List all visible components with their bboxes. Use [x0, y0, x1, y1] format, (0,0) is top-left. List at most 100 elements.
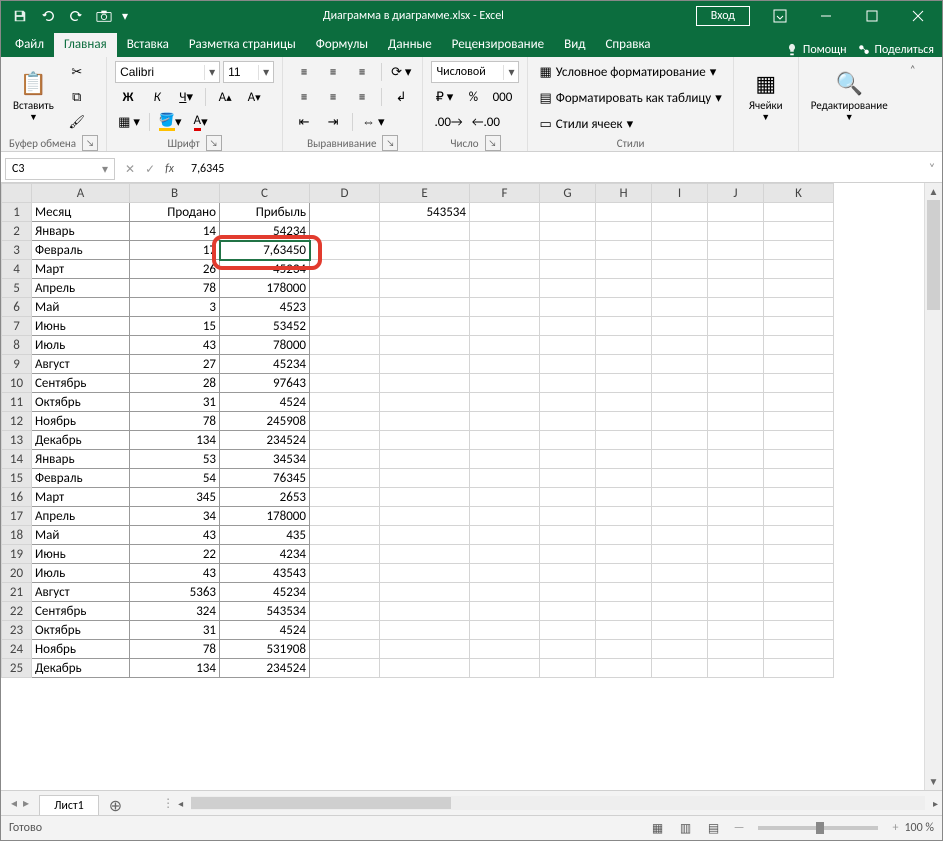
cell[interactable]: [540, 545, 596, 564]
cell[interactable]: [596, 222, 652, 241]
cell[interactable]: [540, 241, 596, 260]
cell[interactable]: 54234: [220, 222, 310, 241]
cell[interactable]: [764, 317, 834, 336]
cell[interactable]: [310, 583, 380, 602]
cell[interactable]: [652, 298, 708, 317]
cell[interactable]: 78: [130, 640, 220, 659]
cell[interactable]: [708, 488, 764, 507]
cell[interactable]: [380, 241, 470, 260]
cell[interactable]: [652, 279, 708, 298]
cell[interactable]: 3: [130, 298, 220, 317]
cell[interactable]: [652, 640, 708, 659]
cell[interactable]: [596, 640, 652, 659]
normal-view-icon[interactable]: ▦: [644, 817, 672, 839]
cell[interactable]: Январь: [32, 450, 130, 469]
cell[interactable]: [596, 279, 652, 298]
cell[interactable]: 53452: [220, 317, 310, 336]
cell[interactable]: 4524: [220, 393, 310, 412]
cell[interactable]: [310, 279, 380, 298]
cell[interactable]: [652, 659, 708, 678]
cell[interactable]: [764, 260, 834, 279]
cell[interactable]: 234524: [220, 431, 310, 450]
row-header[interactable]: 5: [2, 279, 32, 298]
save-icon[interactable]: [7, 4, 33, 28]
cell[interactable]: [470, 431, 540, 450]
cell[interactable]: [708, 412, 764, 431]
cell[interactable]: [310, 355, 380, 374]
qat-customize-icon[interactable]: ▾: [119, 4, 131, 28]
cell[interactable]: [380, 488, 470, 507]
cell[interactable]: [708, 507, 764, 526]
cell[interactable]: 15: [130, 317, 220, 336]
cell[interactable]: [310, 241, 380, 260]
cell[interactable]: [470, 412, 540, 431]
horizontal-scrollbar[interactable]: ⋮ ◂ ▸: [162, 791, 942, 815]
cell[interactable]: [764, 412, 834, 431]
cell[interactable]: Март: [32, 488, 130, 507]
cell[interactable]: [708, 659, 764, 678]
cell[interactable]: Октябрь: [32, 393, 130, 412]
cell[interactable]: 28: [130, 374, 220, 393]
cell[interactable]: [708, 545, 764, 564]
cell[interactable]: 78: [130, 412, 220, 431]
cell[interactable]: [380, 317, 470, 336]
row-header[interactable]: 13: [2, 431, 32, 450]
ribbon-tab-данные[interactable]: Данные: [378, 33, 442, 57]
scroll-down-icon[interactable]: ▼: [925, 773, 942, 790]
cell[interactable]: [470, 298, 540, 317]
ribbon-tab-справка[interactable]: Справка: [595, 33, 660, 57]
cell[interactable]: [540, 659, 596, 678]
cell[interactable]: [380, 564, 470, 583]
cell[interactable]: 43543: [220, 564, 310, 583]
cell[interactable]: 5363: [130, 583, 220, 602]
cell[interactable]: [310, 659, 380, 678]
close-icon[interactable]: [896, 1, 940, 31]
cell[interactable]: 27: [130, 355, 220, 374]
cell[interactable]: [596, 260, 652, 279]
ribbon-tab-формулы[interactable]: Формулы: [306, 33, 378, 57]
expand-formula-bar-icon[interactable]: ˅: [922, 156, 942, 182]
cell[interactable]: Месяц: [32, 203, 130, 222]
increase-indent-icon[interactable]: ⇥: [320, 111, 346, 133]
cell[interactable]: [470, 583, 540, 602]
cut-icon[interactable]: ✂: [64, 61, 90, 83]
cell[interactable]: [652, 469, 708, 488]
cell[interactable]: [652, 317, 708, 336]
cell[interactable]: [310, 336, 380, 355]
font-color-icon[interactable]: A ▾: [188, 111, 214, 133]
align-middle-icon[interactable]: ≡: [320, 61, 346, 83]
decrease-decimal-icon[interactable]: ←.00: [469, 111, 503, 133]
cell[interactable]: 43: [130, 526, 220, 545]
row-header[interactable]: 11: [2, 393, 32, 412]
cell[interactable]: [652, 431, 708, 450]
cell[interactable]: [652, 621, 708, 640]
cell[interactable]: [708, 450, 764, 469]
cell[interactable]: [764, 659, 834, 678]
cell[interactable]: [708, 279, 764, 298]
cell[interactable]: [764, 488, 834, 507]
cell[interactable]: [380, 222, 470, 241]
cell[interactable]: 531908: [220, 640, 310, 659]
cell[interactable]: [540, 412, 596, 431]
cell[interactable]: [708, 374, 764, 393]
cell[interactable]: [470, 393, 540, 412]
row-header[interactable]: 4: [2, 260, 32, 279]
cell[interactable]: 134: [130, 659, 220, 678]
scroll-right-icon[interactable]: ▸: [929, 797, 942, 810]
cell[interactable]: [596, 659, 652, 678]
cell[interactable]: 4523: [220, 298, 310, 317]
row-header[interactable]: 16: [2, 488, 32, 507]
column-header[interactable]: I: [652, 184, 708, 203]
cell[interactable]: [470, 450, 540, 469]
cell[interactable]: [764, 393, 834, 412]
cell[interactable]: [764, 203, 834, 222]
row-header[interactable]: 14: [2, 450, 32, 469]
cell[interactable]: 45234: [220, 260, 310, 279]
cell[interactable]: 43: [130, 564, 220, 583]
cell[interactable]: Продано: [130, 203, 220, 222]
row-header[interactable]: 8: [2, 336, 32, 355]
cell[interactable]: Февраль: [32, 241, 130, 260]
align-top-icon[interactable]: ≡: [291, 61, 317, 83]
cell[interactable]: [540, 583, 596, 602]
cell[interactable]: 78: [130, 279, 220, 298]
